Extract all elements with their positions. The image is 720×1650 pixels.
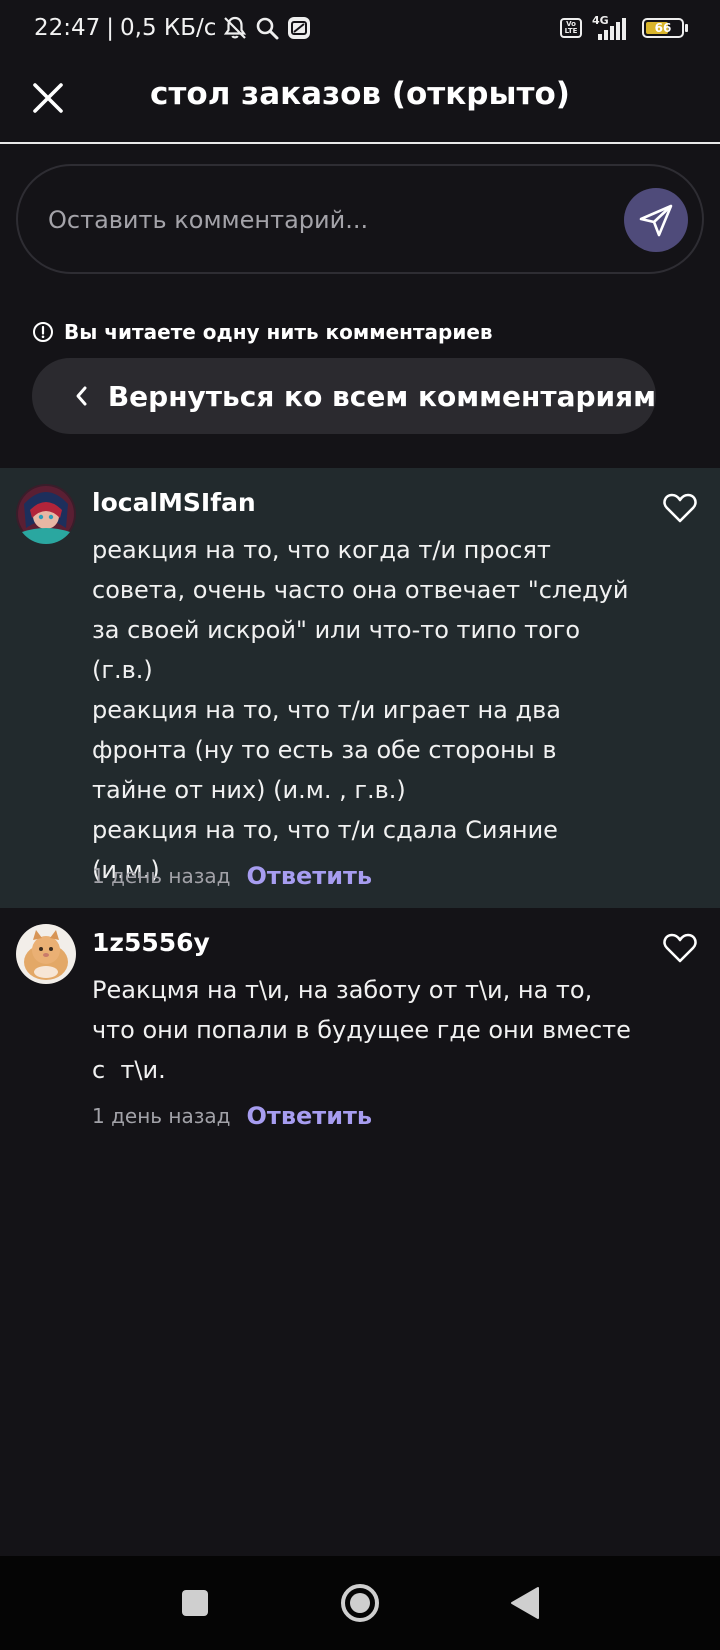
network-speed: 0,5 КБ/с xyxy=(120,15,217,41)
comment-text: Реакцмя на т\и, на заботу от т\и, на то,… xyxy=(92,976,631,1084)
send-button[interactable] xyxy=(624,188,688,252)
comment-input[interactable] xyxy=(48,200,568,240)
app-notification-icon xyxy=(286,15,312,41)
signal-bar xyxy=(616,22,620,40)
signal-bar xyxy=(622,18,626,40)
status-left: 22:47 | 0,5 КБ/с xyxy=(34,14,312,42)
like-button[interactable] xyxy=(660,488,700,528)
back-triangle-icon xyxy=(511,1587,539,1619)
comment-meta: 1 день назад Ответить xyxy=(92,1100,372,1132)
thread-notice-text: Вы читаете одну нить комментариев xyxy=(64,320,493,344)
recents-button[interactable] xyxy=(170,1578,220,1628)
search-icon xyxy=(254,15,280,41)
chevron-left-icon xyxy=(70,381,94,411)
battery-level: 66 xyxy=(654,21,672,35)
battery-icon: 66 xyxy=(642,18,688,38)
back-button[interactable] xyxy=(500,1578,550,1628)
comment-text: реакция на то, что когда т/и просят сове… xyxy=(92,536,629,884)
reply-button[interactable]: Ответить xyxy=(247,1102,373,1130)
info-icon xyxy=(33,322,53,342)
close-icon xyxy=(33,83,63,113)
comment-composer xyxy=(16,164,704,274)
back-to-all-comments-button[interactable]: Вернуться ко всем комментариям xyxy=(32,358,656,434)
send-icon xyxy=(639,204,673,237)
volte-bottom: LTE xyxy=(564,27,578,35)
app-screen: 22:47 | 0,5 КБ/с Vo LTE 4G 66 стол заказ… xyxy=(0,0,720,1650)
recents-square-icon xyxy=(182,1590,208,1616)
status-right: Vo LTE 4G 66 xyxy=(560,14,688,42)
bell-off-icon xyxy=(222,15,248,41)
thread-notice: Вы читаете одну нить комментариев xyxy=(32,318,493,346)
comment-username[interactable]: 1z5556y xyxy=(92,928,210,957)
system-nav-bar xyxy=(0,1556,720,1650)
comment-timestamp: 1 день назад xyxy=(92,1104,231,1128)
page-title: стол заказов (открыто) xyxy=(150,76,570,112)
signal-bar xyxy=(610,26,614,40)
heart-icon xyxy=(663,933,697,963)
signal-4g-icon: 4G xyxy=(592,14,632,40)
heart-icon xyxy=(663,493,697,523)
home-button[interactable] xyxy=(335,1578,385,1628)
comment-item: 1z5556y Реакцмя на т\и, на заботу от т\и… xyxy=(0,908,720,1130)
home-circle-icon xyxy=(341,1584,379,1622)
volte-icon: Vo LTE xyxy=(560,18,582,38)
back-to-all-comments-label: Вернуться ко всем комментариям xyxy=(107,379,656,413)
signal-bar xyxy=(604,30,608,40)
status-separator: | xyxy=(106,15,115,41)
signal-bar xyxy=(598,34,602,40)
comment-username[interactable]: localMSIfan xyxy=(92,488,256,517)
avatar[interactable] xyxy=(16,484,76,544)
comment-meta: 1 день назад Ответить xyxy=(92,860,372,892)
comment-timestamp: 1 день назад xyxy=(92,864,231,888)
reply-button[interactable]: Ответить xyxy=(247,862,373,890)
status-time: 22:47 xyxy=(34,15,101,41)
avatar[interactable] xyxy=(16,924,76,984)
like-button[interactable] xyxy=(660,928,700,968)
header: стол заказов (открыто) xyxy=(0,58,720,144)
status-bar: 22:47 | 0,5 КБ/с Vo LTE 4G 66 xyxy=(0,0,720,56)
comment-item: localMSIfan реакция на то, что когда т/и… xyxy=(0,468,720,908)
signal-bars xyxy=(598,18,626,40)
close-button[interactable] xyxy=(28,78,68,118)
